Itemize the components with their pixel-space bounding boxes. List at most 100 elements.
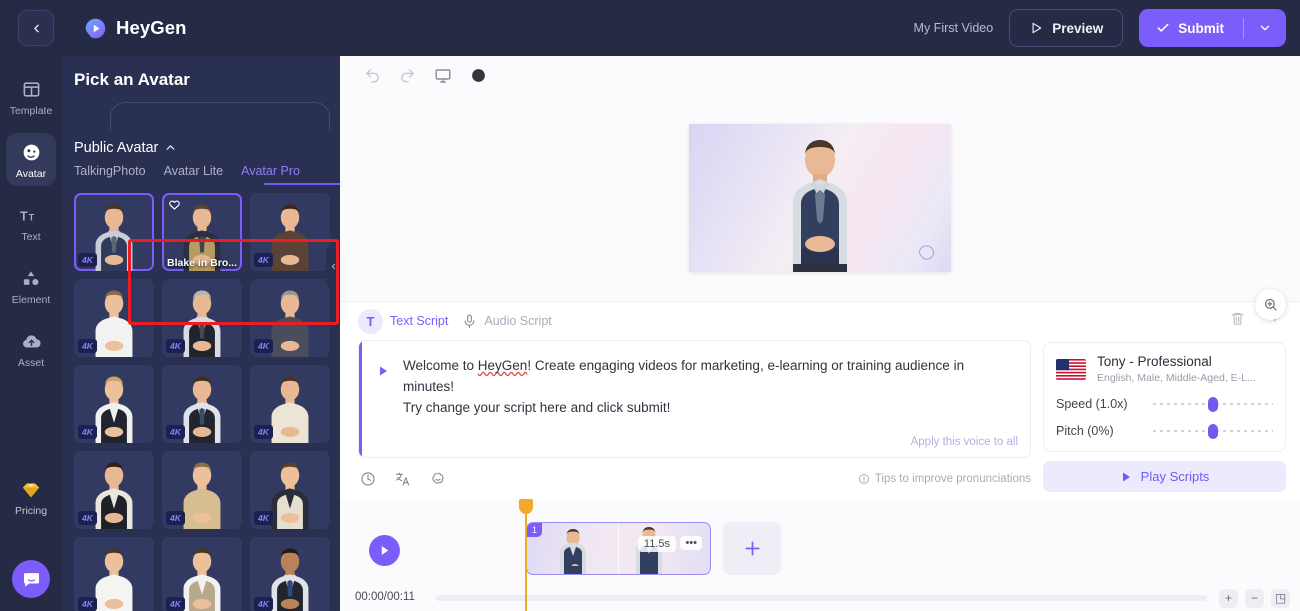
quality-badge: 4K <box>166 424 185 439</box>
sidebar-label: Element <box>11 294 51 306</box>
preview-label: Preview <box>1052 20 1104 36</box>
sidebar-item-element[interactable]: Element <box>6 259 56 312</box>
svg-text:T: T <box>20 209 28 223</box>
submit-dropdown-button[interactable] <box>1244 9 1286 47</box>
sidebar-label: Asset <box>17 357 45 369</box>
video-canvas[interactable] <box>689 124 951 272</box>
delete-script-button[interactable] <box>1230 311 1245 331</box>
timeline-zoom-in-button[interactable]: + <box>1219 588 1238 608</box>
avatar-card[interactable]: 4K <box>162 364 242 443</box>
slider-thumb[interactable] <box>1208 397 1218 412</box>
sidebar-item-avatar[interactable]: Avatar <box>6 133 56 186</box>
timeline-scrollbar[interactable] <box>436 595 1207 601</box>
submit-button-group[interactable]: Submit <box>1139 9 1286 47</box>
canvas-zoom-button[interactable] <box>1255 289 1286 320</box>
pitch-slider[interactable] <box>1153 424 1273 439</box>
submit-label: Submit <box>1178 20 1224 36</box>
timeline-zoom-out-button[interactable]: − <box>1245 588 1264 608</box>
ai-sparkle-icon <box>432 472 444 484</box>
avatar-search-input[interactable] <box>110 102 330 131</box>
avatar-card[interactable]: 4K <box>250 278 330 357</box>
ai-assistant-button[interactable] <box>430 471 446 487</box>
quality-badge: 4K <box>254 424 273 439</box>
quality-badge: 4K <box>78 510 97 525</box>
playhead[interactable] <box>519 499 533 611</box>
chevron-left-icon <box>331 263 335 269</box>
avatar-card[interactable]: 4K <box>250 450 330 529</box>
undo-button[interactable] <box>364 67 381 84</box>
script-footer-toolbar: Tips to improve pronunciations <box>358 458 1031 499</box>
redo-icon <box>401 69 414 83</box>
public-avatar-section-header[interactable]: Public Avatar <box>62 131 340 156</box>
tips-label: Tips to improve pronunciations <box>874 472 1031 485</box>
clip-duration: 11.5s <box>637 536 676 552</box>
script-tabs: T Text Script Audio Script <box>358 302 1286 340</box>
chevron-up-icon <box>167 145 175 151</box>
clip-number: 1 <box>527 523 543 537</box>
submit-button[interactable]: Submit <box>1139 9 1243 47</box>
zoom-in-icon <box>1264 298 1277 311</box>
video-title: My First Video <box>913 21 994 35</box>
play-triangle-icon[interactable] <box>377 365 389 377</box>
pronunciation-tips-link[interactable]: Tips to improve pronunciations <box>858 473 1031 485</box>
tab-talkingphoto[interactable]: TalkingPhoto <box>74 164 146 185</box>
tab-avatar-pro[interactable]: Avatar Pro <box>241 164 300 185</box>
apply-voice-to-all-link[interactable]: Apply this voice to all <box>359 436 1030 457</box>
chat-support-button[interactable] <box>12 560 50 598</box>
voice-card: Tony - Professional English, Male, Middl… <box>1043 342 1286 452</box>
timeline-play-button[interactable] <box>369 535 400 566</box>
background-color-button[interactable] <box>470 67 487 84</box>
avatar-card[interactable]: 4K <box>162 536 242 611</box>
screen-ratio-button[interactable] <box>434 67 452 85</box>
sidebar-item-pricing[interactable]: Pricing <box>6 470 56 523</box>
quality-badge: 4K <box>166 596 185 611</box>
speed-slider[interactable] <box>1153 397 1273 412</box>
avatar-card[interactable]: 4K <box>74 450 154 529</box>
sidebar-item-text[interactable]: TT Text <box>6 196 56 249</box>
script-panel: T Text Script Audio Script Welcome to He… <box>340 301 1300 499</box>
translate-button[interactable] <box>395 471 411 487</box>
avatar-card[interactable]: 4K <box>162 278 242 357</box>
avatar-card[interactable]: 4K <box>162 450 242 529</box>
left-rail: Template Avatar TT Text Element Asset Pr… <box>0 56 62 611</box>
tab-audio-script[interactable]: Audio Script <box>462 314 552 329</box>
trash-icon <box>1231 312 1244 325</box>
sidebar-item-asset[interactable]: Asset <box>6 322 56 375</box>
slider-thumb[interactable] <box>1208 424 1218 439</box>
preview-button[interactable]: Preview <box>1009 9 1124 47</box>
timeline-clip[interactable]: 1 11.5s ••• <box>526 522 711 575</box>
text-icon: TT <box>20 204 42 227</box>
sidebar-label: Text <box>21 231 41 243</box>
monitor-icon <box>435 68 451 83</box>
avatar-icon <box>21 141 42 164</box>
clip-menu-button[interactable]: ••• <box>680 536 702 550</box>
tab-text-script[interactable]: T Text Script <box>358 308 448 334</box>
avatar-card[interactable]: 4K <box>250 364 330 443</box>
sidebar-item-template[interactable]: Template <box>6 70 56 123</box>
voice-selector[interactable]: Tony - Professional English, Male, Middl… <box>1056 354 1273 384</box>
quality-badge: 4K <box>254 510 273 525</box>
avatar-card[interactable]: 4K <box>74 192 154 271</box>
tab-avatar-lite[interactable]: Avatar Lite <box>164 164 224 185</box>
script-textarea[interactable]: Welcome to HeyGen! Create engaging video… <box>358 340 1031 458</box>
avatar-card[interactable]: Blake in Bro... <box>162 192 242 271</box>
redo-button[interactable] <box>399 67 416 84</box>
back-button[interactable] <box>18 10 54 46</box>
panel-collapse-button[interactable] <box>326 244 340 288</box>
play-icon <box>381 546 389 555</box>
duration-button[interactable] <box>360 471 376 487</box>
avatar-card[interactable]: 4K <box>74 536 154 611</box>
body: Template Avatar TT Text Element Asset Pr… <box>0 56 1300 611</box>
favorite-icon[interactable] <box>168 198 181 216</box>
quality-badge: 4K <box>166 510 185 525</box>
avatar-card[interactable]: 4K <box>74 278 154 357</box>
timecode: 00:00/00:11 <box>355 591 415 603</box>
add-scene-button[interactable] <box>723 522 781 575</box>
avatar-card[interactable]: 4K <box>250 192 330 271</box>
pitch-slider-row: Pitch (0%) <box>1056 424 1273 439</box>
avatar-card[interactable]: 4K <box>74 364 154 443</box>
timeline-fit-button[interactable]: ◳ <box>1271 588 1290 608</box>
play-scripts-button[interactable]: Play Scripts <box>1043 461 1286 492</box>
quality-badge: 4K <box>254 596 273 611</box>
avatar-card[interactable]: 4K <box>250 536 330 611</box>
